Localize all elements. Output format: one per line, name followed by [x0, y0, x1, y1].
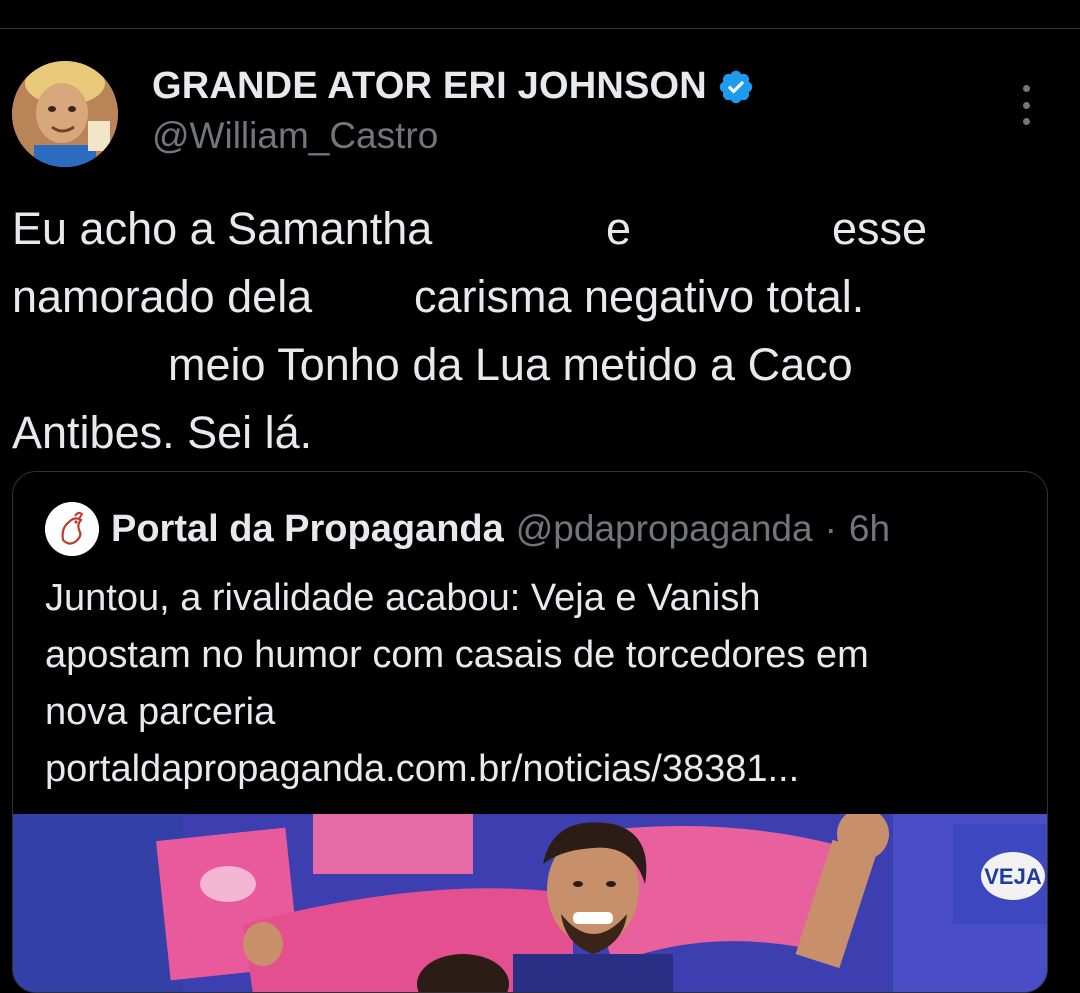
more-dot [1022, 118, 1030, 125]
author-avatar[interactable] [12, 61, 118, 167]
post-text-line: meio Tonho da Lua metido a Caco [12, 331, 1052, 399]
media-image: VEJA [13, 814, 1047, 992]
post-text-line: namorado dela carisma negativo total. [12, 263, 1052, 331]
post-text-line: Antibes. Sei lá. [12, 399, 1052, 467]
post-text-segment: e [606, 203, 632, 254]
veja-badge-text: VEJA [984, 864, 1042, 889]
author-display-name[interactable]: GRANDE ATOR ERI JOHNSON [152, 65, 707, 108]
quoted-post-header: Portal da Propaganda @pdapropaganda · 6h [45, 502, 890, 556]
quoted-post-card[interactable]: Portal da Propaganda @pdapropaganda · 6h… [12, 471, 1048, 993]
more-dot [1022, 101, 1030, 109]
more-dot [1022, 85, 1030, 92]
author-name-row: GRANDE ATOR ERI JOHNSON [152, 65, 755, 108]
quoted-author-avatar[interactable] [45, 502, 99, 556]
post-text-segment: Antibes. Sei lá. [12, 407, 313, 458]
rooster-logo-icon [45, 502, 99, 556]
quoted-post-media[interactable]: VEJA [13, 814, 1047, 992]
quoted-text-line: apostam no humor com casais de torcedore… [45, 634, 869, 676]
post-text-segment: meio Tonho da Lua metido a Caco [168, 339, 853, 390]
verified-badge-icon [719, 70, 753, 103]
post-text-line: Eu acho a Samantha e esse [12, 195, 1052, 263]
post-text-segment: carisma negativo total. [414, 271, 865, 322]
top-divider [0, 0, 1080, 29]
quoted-text-line: Juntou, a rivalidade acabou: Veja e Vani… [45, 577, 761, 619]
post-text-segment: esse [832, 203, 928, 254]
post[interactable]: GRANDE ATOR ERI JOHNSON @William_Castro … [0, 29, 1080, 993]
quoted-post-text: Juntou, a rivalidade acabou: Veja e Vani… [45, 570, 1025, 798]
avatar-image [12, 61, 118, 167]
author-handle[interactable]: @William_Castro [152, 115, 438, 157]
quoted-separator: · [824, 508, 837, 549]
quoted-timestamp[interactable]: 6h [849, 508, 890, 550]
quoted-link[interactable]: portaldapropaganda.com.br/noticias/38381… [45, 741, 1025, 798]
more-options-icon[interactable] [1010, 85, 1042, 125]
post-text-segment: namorado dela [12, 271, 313, 322]
quoted-author-handle[interactable]: @pdapropaganda [516, 508, 813, 550]
quoted-author-name[interactable]: Portal da Propaganda [111, 508, 504, 551]
post-text-segment: Eu acho a Samantha [12, 203, 433, 254]
quoted-text-line: nova parceria [45, 691, 276, 733]
